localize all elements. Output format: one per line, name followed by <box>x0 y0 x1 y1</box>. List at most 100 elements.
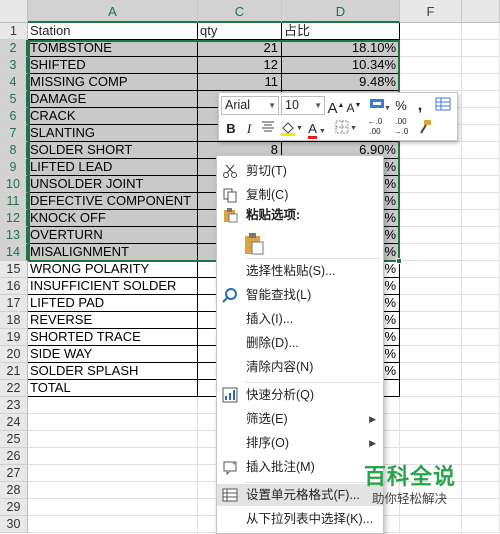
cell-empty[interactable] <box>400 363 462 380</box>
cell-station[interactable]: DEFECTIVE COMPONENT <box>28 193 198 210</box>
menu-item[interactable]: 选择性粘贴(S)... <box>217 260 383 282</box>
cell-station[interactable]: DAMAGE <box>28 91 198 108</box>
cell-ratio[interactable]: 10.34% <box>282 57 400 74</box>
cell-empty[interactable] <box>400 329 462 346</box>
cell-empty[interactable] <box>400 516 462 533</box>
cell-empty[interactable] <box>400 414 462 431</box>
row-header[interactable]: 13 <box>0 227 28 244</box>
cell-empty[interactable] <box>462 125 500 142</box>
cell-empty[interactable] <box>400 244 462 261</box>
cell-empty[interactable] <box>400 380 462 397</box>
cell-empty[interactable] <box>400 176 462 193</box>
cell-station[interactable]: MISALIGNMENT <box>28 244 198 261</box>
row-header[interactable]: 18 <box>0 312 28 329</box>
menu-item[interactable]: 智能查找(L) <box>217 284 383 306</box>
cell-empty[interactable] <box>462 23 500 40</box>
row-header[interactable]: 6 <box>0 108 28 125</box>
bold-button[interactable]: B <box>223 119 239 138</box>
cell-station[interactable]: INSUFFICIENT SOLDER <box>28 278 198 295</box>
row-header[interactable]: 21 <box>0 363 28 380</box>
cell-empty[interactable] <box>28 448 198 465</box>
cell-station[interactable]: UNSOLDER JOINT <box>28 176 198 193</box>
cell-empty[interactable] <box>400 159 462 176</box>
row-header[interactable]: 8 <box>0 142 28 159</box>
format-table-button[interactable] <box>433 96 453 115</box>
cell-station[interactable]: LIFTED PAD <box>28 295 198 312</box>
format-painter-button[interactable] <box>415 119 435 138</box>
row-header[interactable]: 1 <box>0 23 28 40</box>
cell-qty[interactable]: 21 <box>198 40 282 57</box>
cell-ratio[interactable]: 占比 <box>282 23 400 40</box>
menu-item[interactable]: 插入(I)... <box>217 308 383 330</box>
fill-color-button[interactable]: ▼ <box>279 119 303 138</box>
row-header[interactable]: 16 <box>0 278 28 295</box>
cell-empty[interactable] <box>462 295 500 312</box>
row-header[interactable]: 24 <box>0 414 28 431</box>
font-name-select[interactable]: Arial ▼ <box>221 96 279 115</box>
row-header[interactable]: 27 <box>0 465 28 482</box>
column-header-c[interactable]: C <box>198 0 282 23</box>
cell-empty[interactable] <box>462 108 500 125</box>
cell-empty[interactable] <box>400 431 462 448</box>
cell-empty[interactable] <box>28 482 198 499</box>
row-header[interactable]: 30 <box>0 516 28 533</box>
row-header[interactable]: 19 <box>0 329 28 346</box>
cell-station[interactable]: SLANTING <box>28 125 198 142</box>
cell-empty[interactable] <box>462 40 500 57</box>
cell-empty[interactable] <box>462 346 500 363</box>
cell-station[interactable]: SIDE WAY <box>28 346 198 363</box>
menu-item[interactable]: 清除内容(N) <box>217 356 383 378</box>
cell-empty[interactable] <box>400 74 462 91</box>
cell-empty[interactable] <box>462 380 500 397</box>
cell-empty[interactable] <box>462 210 500 227</box>
cell-station[interactable]: CRACK <box>28 108 198 125</box>
cell-empty[interactable] <box>400 193 462 210</box>
cell-empty[interactable] <box>462 431 500 448</box>
cell-empty[interactable] <box>462 176 500 193</box>
cell-station[interactable]: SOLDER SPLASH <box>28 363 198 380</box>
cell-qty[interactable]: qty <box>198 23 282 40</box>
cell-empty[interactable] <box>462 244 500 261</box>
cell-ratio[interactable]: 9.48% <box>282 74 400 91</box>
cell-empty[interactable] <box>400 210 462 227</box>
cell-empty[interactable] <box>400 278 462 295</box>
cell-empty[interactable] <box>462 261 500 278</box>
comma-style-button[interactable]: , <box>413 96 427 115</box>
menu-item[interactable] <box>217 230 383 260</box>
cell-empty[interactable] <box>28 397 198 414</box>
cell-empty[interactable] <box>400 227 462 244</box>
cell-empty[interactable] <box>462 193 500 210</box>
cell-empty[interactable] <box>462 57 500 74</box>
menu-item[interactable]: 排序(O) ▶ <box>217 432 383 454</box>
row-header[interactable]: 22 <box>0 380 28 397</box>
percent-button[interactable]: % <box>393 96 409 115</box>
cell-station[interactable]: KNOCK OFF <box>28 210 198 227</box>
cell-empty[interactable] <box>462 363 500 380</box>
cell-empty[interactable] <box>400 397 462 414</box>
column-header-g[interactable] <box>462 0 500 23</box>
menu-item[interactable]: 筛选(E) ▶ <box>217 408 383 430</box>
menu-item[interactable]: 删除(D)... <box>217 332 383 354</box>
row-header[interactable]: 23 <box>0 397 28 414</box>
cell-empty[interactable] <box>462 516 500 533</box>
cell-empty[interactable] <box>400 295 462 312</box>
menu-item[interactable]: 快速分析(Q) <box>217 384 383 406</box>
cell-station[interactable]: TOTAL <box>28 380 198 397</box>
cell-empty[interactable] <box>462 397 500 414</box>
row-header[interactable]: 9 <box>0 159 28 176</box>
cell-empty[interactable] <box>28 414 198 431</box>
cell-empty[interactable] <box>462 278 500 295</box>
cell-station[interactable]: SHORTED TRACE <box>28 329 198 346</box>
row-header[interactable]: 17 <box>0 295 28 312</box>
cell-station[interactable]: SHIFTED <box>28 57 198 74</box>
cell-empty[interactable] <box>462 74 500 91</box>
cell-empty[interactable] <box>400 142 462 159</box>
cell-station[interactable]: REVERSE <box>28 312 198 329</box>
cell-qty[interactable]: 11 <box>198 74 282 91</box>
row-header[interactable]: 14 <box>0 244 28 261</box>
cell-station[interactable]: OVERTURN <box>28 227 198 244</box>
row-header[interactable]: 29 <box>0 499 28 516</box>
cell-empty[interactable] <box>462 159 500 176</box>
row-header[interactable]: 12 <box>0 210 28 227</box>
row-header[interactable]: 10 <box>0 176 28 193</box>
